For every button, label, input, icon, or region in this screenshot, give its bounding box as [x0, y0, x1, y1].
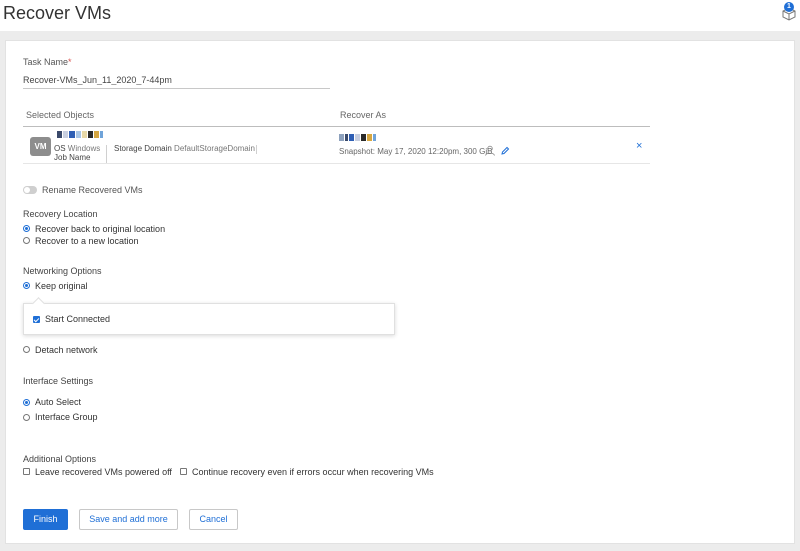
radio-auto-select-label: Auto Select [35, 397, 82, 407]
radio-keep-original-label: Keep original [35, 281, 88, 291]
cancel-button[interactable]: Cancel [189, 509, 238, 530]
required-mark: * [68, 57, 72, 67]
task-name-input[interactable] [23, 72, 330, 89]
table-header-divider [23, 126, 650, 127]
radio-original-location-label: Recover back to original location [35, 224, 166, 234]
vm-os: OS Windows [54, 144, 100, 153]
os-value: Windows [67, 144, 101, 153]
os-label: OS [54, 144, 66, 153]
vm-name-redacted [57, 131, 103, 138]
table-row-divider [23, 163, 650, 164]
radio-interface-group-label: Interface Group [35, 412, 98, 422]
radio-new-location-label: Recover to a new location [35, 236, 139, 246]
continue-on-errors-checkbox[interactable] [180, 468, 187, 475]
save-and-add-more-button[interactable]: Save and add more [79, 509, 178, 530]
vm-type-badge: VM [30, 137, 51, 156]
meta-separator [256, 145, 257, 154]
storage-domain-label: Storage Domain [114, 144, 172, 153]
interface-settings-title: Interface Settings [23, 376, 94, 386]
recover-form-card: Task Name* Selected Objects Recover As V… [5, 40, 795, 544]
notification-badge[interactable]: 1 [784, 2, 794, 12]
finish-button[interactable]: Finish [23, 509, 68, 530]
continue-on-errors-label: Continue recovery even if errors occur w… [192, 467, 434, 477]
networking-options-title: Networking Options [23, 266, 102, 276]
keep-original-options-panel: Start Connected [23, 303, 395, 335]
radio-detach-network-label: Detach network [35, 345, 98, 355]
rename-toggle-label: Rename Recovered VMs [42, 185, 143, 195]
vm-storage-domain: Storage Domain DefaultStorageDomain [114, 144, 255, 153]
recovery-location-title: Recovery Location [23, 209, 98, 219]
user-icon[interactable] [484, 145, 496, 156]
start-connected-checkbox[interactable] [33, 316, 40, 323]
header: Recover VMs 1 [0, 0, 800, 31]
meta-separator [106, 154, 107, 163]
radio-new-location[interactable] [23, 237, 30, 244]
recover-as-name-redacted [339, 134, 376, 141]
radio-detach-network[interactable] [23, 346, 30, 353]
leave-powered-off-checkbox[interactable] [23, 468, 30, 475]
page-title: Recover VMs [3, 3, 112, 23]
task-name-label-text: Task Name [23, 57, 69, 67]
column-header-recover-as: Recover As [340, 110, 387, 120]
additional-options-title: Additional Options [23, 454, 97, 464]
radio-original-location[interactable] [23, 225, 30, 232]
remove-row-button[interactable]: × [636, 140, 642, 152]
radio-auto-select[interactable] [23, 399, 30, 406]
storage-domain-value: DefaultStorageDomain [174, 144, 255, 153]
job-name-label: Job Name [54, 153, 91, 162]
edit-icon[interactable] [500, 146, 510, 156]
radio-keep-original[interactable] [23, 282, 30, 289]
start-connected-label: Start Connected [45, 314, 111, 324]
meta-separator [106, 145, 107, 154]
leave-powered-off-label: Leave recovered VMs powered off [35, 467, 172, 477]
task-name-label: Task Name* [23, 57, 72, 67]
column-header-selected-objects: Selected Objects [26, 110, 95, 120]
rename-toggle[interactable] [23, 186, 37, 194]
snapshot-info: Snapshot: May 17, 2020 12:20pm, 300 GiB [339, 147, 493, 156]
radio-interface-group[interactable] [23, 414, 30, 421]
